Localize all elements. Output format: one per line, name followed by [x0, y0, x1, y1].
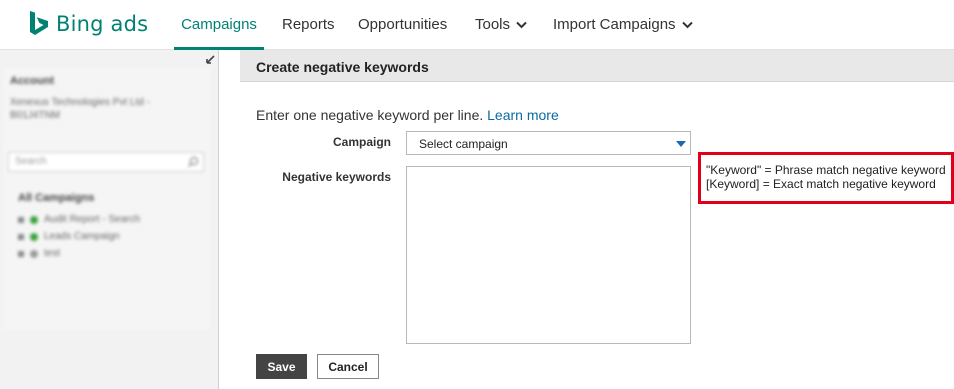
sidebar: Account Xenexus Technologies Pvt Ltd - B…: [0, 50, 219, 389]
sidebar-campaign-item[interactable]: test: [18, 248, 60, 259]
campaign-label: Campaign: [332, 135, 391, 149]
match-type-hint-box: "Keyword" = Phrase match negative keywor…: [698, 152, 954, 204]
negative-keywords-label: Negative keywords: [282, 170, 391, 184]
sidebar-campaign-label: Audit Report - Search: [44, 214, 141, 225]
nav-campaigns[interactable]: Campaigns: [174, 0, 264, 50]
instruction-label: Enter one negative keyword per line.: [256, 107, 484, 123]
main-panel: Create negative keywords Enter one negat…: [240, 50, 954, 389]
nav-campaigns-label: Campaigns: [181, 16, 257, 33]
chevron-down-icon: [516, 21, 527, 29]
search-icon[interactable]: [187, 156, 199, 168]
campaign-select[interactable]: Select campaign: [406, 131, 691, 155]
account-label: Account: [10, 75, 54, 87]
nav-tools[interactable]: Tools: [475, 0, 527, 50]
campaign-select-value: Select campaign: [419, 137, 508, 151]
status-dot-icon: [30, 232, 38, 241]
status-dot-icon: [30, 215, 38, 224]
nav-reports[interactable]: Reports: [282, 0, 335, 50]
exact-match-hint: [Keyword] = Exact match negative keyword: [706, 177, 936, 191]
phrase-match-hint: "Keyword" = Phrase match negative keywor…: [706, 163, 946, 177]
save-button[interactable]: Save: [256, 354, 307, 379]
brand-name: Bing ads: [56, 12, 149, 36]
top-navigation: Bing ads Campaigns Reports Opportunities…: [0, 0, 954, 50]
collapse-arrow-icon[interactable]: [205, 55, 217, 67]
sidebar-search-placeholder: Search: [15, 156, 47, 167]
bing-logo-icon: [30, 11, 48, 35]
expand-icon[interactable]: [18, 250, 24, 257]
expand-icon[interactable]: [18, 233, 24, 240]
nav-reports-label: Reports: [282, 16, 335, 33]
cancel-button[interactable]: Cancel: [317, 354, 379, 379]
nav-import-campaigns-label: Import Campaigns: [553, 16, 676, 33]
nav-opportunities[interactable]: Opportunities: [358, 0, 447, 50]
status-dot-icon: [30, 249, 38, 258]
nav-opportunities-label: Opportunities: [358, 16, 448, 33]
learn-more-link[interactable]: Learn more: [487, 107, 559, 123]
nav-tools-label: Tools: [475, 16, 511, 33]
sidebar-search-input[interactable]: Search: [8, 152, 204, 172]
sidebar-campaign-item[interactable]: Leads Campaign: [18, 231, 120, 242]
sidebar-campaign-item[interactable]: Audit Report - Search: [18, 214, 140, 225]
sidebar-campaign-label: test: [44, 248, 61, 259]
account-name[interactable]: Xenexus Technologies Pvt Ltd - B01J4TNM: [10, 96, 190, 122]
account-tree-panel: Account Xenexus Technologies Pvt Ltd - B…: [4, 68, 210, 330]
brand[interactable]: Bing ads: [28, 7, 148, 41]
chevron-down-icon: [681, 21, 693, 29]
instruction-text: Enter one negative keyword per line. Lea…: [256, 107, 559, 123]
expand-icon[interactable]: [18, 216, 24, 223]
negative-keywords-textarea[interactable]: [406, 166, 691, 344]
nav-import-campaigns[interactable]: Import Campaigns: [553, 0, 693, 50]
sidebar-campaign-label: Leads Campaign: [44, 231, 120, 242]
page-title: Create negative keywords: [256, 59, 429, 75]
all-campaigns-label[interactable]: All Campaigns: [18, 192, 94, 204]
dropdown-caret-icon: [676, 141, 686, 147]
panel-header: Create negative keywords: [240, 50, 954, 82]
